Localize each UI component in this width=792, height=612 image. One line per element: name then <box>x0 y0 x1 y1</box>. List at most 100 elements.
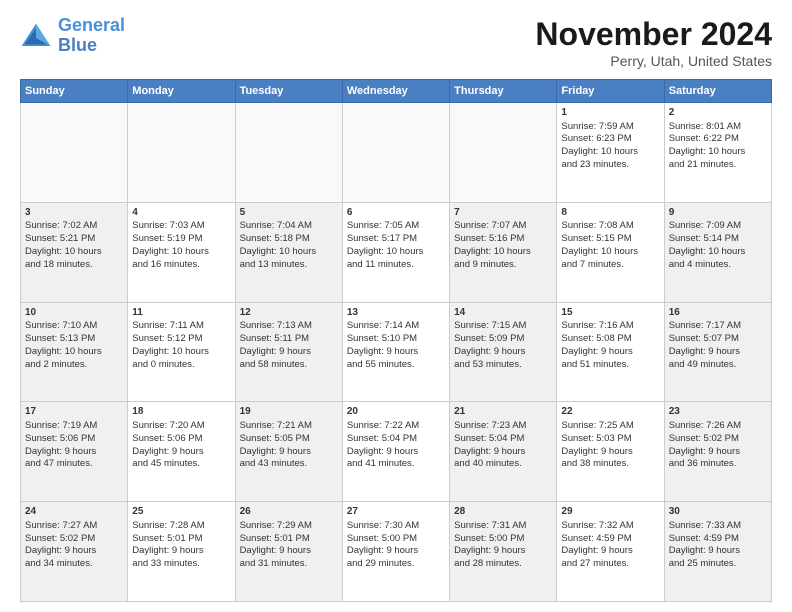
day-detail: Sunrise: 7:16 AM <box>561 320 659 333</box>
day-number: 28 <box>454 505 552 519</box>
day-detail: and 28 minutes. <box>454 558 552 571</box>
calendar-cell: 27Sunrise: 7:30 AMSunset: 5:00 PMDayligh… <box>342 502 449 602</box>
day-detail: and 9 minutes. <box>454 259 552 272</box>
calendar-cell: 11Sunrise: 7:11 AMSunset: 5:12 PMDayligh… <box>128 302 235 402</box>
day-detail: Sunset: 5:06 PM <box>132 433 230 446</box>
day-detail: Sunrise: 7:17 AM <box>669 320 767 333</box>
weekday-header-saturday: Saturday <box>664 80 771 103</box>
calendar-cell: 19Sunrise: 7:21 AMSunset: 5:05 PMDayligh… <box>235 402 342 502</box>
week-row-5: 24Sunrise: 7:27 AMSunset: 5:02 PMDayligh… <box>21 502 772 602</box>
day-detail: Daylight: 9 hours <box>669 446 767 459</box>
calendar-cell: 3Sunrise: 7:02 AMSunset: 5:21 PMDaylight… <box>21 202 128 302</box>
calendar-cell <box>342 103 449 203</box>
day-detail: and 58 minutes. <box>240 359 338 372</box>
day-number: 9 <box>669 206 767 220</box>
day-detail: Sunrise: 7:08 AM <box>561 220 659 233</box>
day-detail: Sunrise: 7:11 AM <box>132 320 230 333</box>
day-detail: Sunrise: 7:22 AM <box>347 420 445 433</box>
day-detail: Sunset: 5:14 PM <box>669 233 767 246</box>
day-detail: Daylight: 9 hours <box>561 346 659 359</box>
day-number: 21 <box>454 405 552 419</box>
day-number: 18 <box>132 405 230 419</box>
day-detail: Daylight: 10 hours <box>669 146 767 159</box>
location: Perry, Utah, United States <box>535 53 772 69</box>
week-row-2: 3Sunrise: 7:02 AMSunset: 5:21 PMDaylight… <box>21 202 772 302</box>
day-detail: Daylight: 9 hours <box>132 446 230 459</box>
calendar-cell <box>450 103 557 203</box>
day-number: 1 <box>561 106 659 120</box>
calendar-cell: 29Sunrise: 7:32 AMSunset: 4:59 PMDayligh… <box>557 502 664 602</box>
day-detail: Daylight: 9 hours <box>669 545 767 558</box>
day-number: 8 <box>561 206 659 220</box>
day-detail: and 43 minutes. <box>240 458 338 471</box>
logo-text: General Blue <box>58 16 125 56</box>
day-detail: Sunset: 5:15 PM <box>561 233 659 246</box>
day-number: 27 <box>347 505 445 519</box>
day-detail: Sunset: 5:18 PM <box>240 233 338 246</box>
day-detail: Sunset: 5:17 PM <box>347 233 445 246</box>
day-detail: Sunrise: 7:19 AM <box>25 420 123 433</box>
day-detail: Daylight: 9 hours <box>347 545 445 558</box>
weekday-header-row: SundayMondayTuesdayWednesdayThursdayFrid… <box>21 80 772 103</box>
calendar-cell: 28Sunrise: 7:31 AMSunset: 5:00 PMDayligh… <box>450 502 557 602</box>
day-detail: Sunset: 5:08 PM <box>561 333 659 346</box>
day-number: 6 <box>347 206 445 220</box>
day-number: 12 <box>240 306 338 320</box>
day-detail: Daylight: 10 hours <box>25 346 123 359</box>
day-detail: and 55 minutes. <box>347 359 445 372</box>
calendar-cell: 4Sunrise: 7:03 AMSunset: 5:19 PMDaylight… <box>128 202 235 302</box>
day-detail: Sunset: 5:06 PM <box>25 433 123 446</box>
calendar-cell: 30Sunrise: 7:33 AMSunset: 4:59 PMDayligh… <box>664 502 771 602</box>
day-detail: Sunset: 5:04 PM <box>347 433 445 446</box>
calendar-cell: 26Sunrise: 7:29 AMSunset: 5:01 PMDayligh… <box>235 502 342 602</box>
day-detail: Daylight: 9 hours <box>669 346 767 359</box>
day-detail: Sunrise: 7:32 AM <box>561 520 659 533</box>
day-number: 14 <box>454 306 552 320</box>
day-detail: Daylight: 9 hours <box>132 545 230 558</box>
weekday-header-thursday: Thursday <box>450 80 557 103</box>
calendar-cell: 20Sunrise: 7:22 AMSunset: 5:04 PMDayligh… <box>342 402 449 502</box>
calendar-cell: 17Sunrise: 7:19 AMSunset: 5:06 PMDayligh… <box>21 402 128 502</box>
day-detail: Daylight: 9 hours <box>454 446 552 459</box>
calendar-cell: 24Sunrise: 7:27 AMSunset: 5:02 PMDayligh… <box>21 502 128 602</box>
day-detail: and 41 minutes. <box>347 458 445 471</box>
day-detail: Sunrise: 7:15 AM <box>454 320 552 333</box>
calendar-cell: 12Sunrise: 7:13 AMSunset: 5:11 PMDayligh… <box>235 302 342 402</box>
day-detail: Daylight: 9 hours <box>561 446 659 459</box>
day-detail: Sunrise: 7:14 AM <box>347 320 445 333</box>
day-detail: Daylight: 9 hours <box>347 446 445 459</box>
day-detail: Sunset: 5:07 PM <box>669 333 767 346</box>
day-number: 17 <box>25 405 123 419</box>
calendar-cell: 10Sunrise: 7:10 AMSunset: 5:13 PMDayligh… <box>21 302 128 402</box>
day-detail: and 45 minutes. <box>132 458 230 471</box>
day-number: 29 <box>561 505 659 519</box>
day-detail: Daylight: 10 hours <box>454 246 552 259</box>
logo-icon <box>20 22 52 50</box>
calendar-cell: 8Sunrise: 7:08 AMSunset: 5:15 PMDaylight… <box>557 202 664 302</box>
day-number: 15 <box>561 306 659 320</box>
day-detail: Sunrise: 7:05 AM <box>347 220 445 233</box>
weekday-header-wednesday: Wednesday <box>342 80 449 103</box>
day-detail: Sunset: 5:01 PM <box>240 533 338 546</box>
day-detail: Sunrise: 7:07 AM <box>454 220 552 233</box>
day-detail: Sunrise: 7:25 AM <box>561 420 659 433</box>
day-detail: and 27 minutes. <box>561 558 659 571</box>
calendar-cell: 7Sunrise: 7:07 AMSunset: 5:16 PMDaylight… <box>450 202 557 302</box>
day-detail: Sunset: 5:11 PM <box>240 333 338 346</box>
day-number: 26 <box>240 505 338 519</box>
weekday-header-tuesday: Tuesday <box>235 80 342 103</box>
day-detail: Daylight: 10 hours <box>347 246 445 259</box>
day-number: 20 <box>347 405 445 419</box>
day-detail: and 51 minutes. <box>561 359 659 372</box>
day-detail: and 34 minutes. <box>25 558 123 571</box>
calendar-cell <box>21 103 128 203</box>
calendar-cell: 16Sunrise: 7:17 AMSunset: 5:07 PMDayligh… <box>664 302 771 402</box>
calendar-cell: 25Sunrise: 7:28 AMSunset: 5:01 PMDayligh… <box>128 502 235 602</box>
day-detail: Sunset: 5:00 PM <box>454 533 552 546</box>
day-detail: and 23 minutes. <box>561 159 659 172</box>
day-detail: and 4 minutes. <box>669 259 767 272</box>
day-number: 3 <box>25 206 123 220</box>
day-detail: Sunrise: 7:29 AM <box>240 520 338 533</box>
day-number: 25 <box>132 505 230 519</box>
day-detail: and 7 minutes. <box>561 259 659 272</box>
